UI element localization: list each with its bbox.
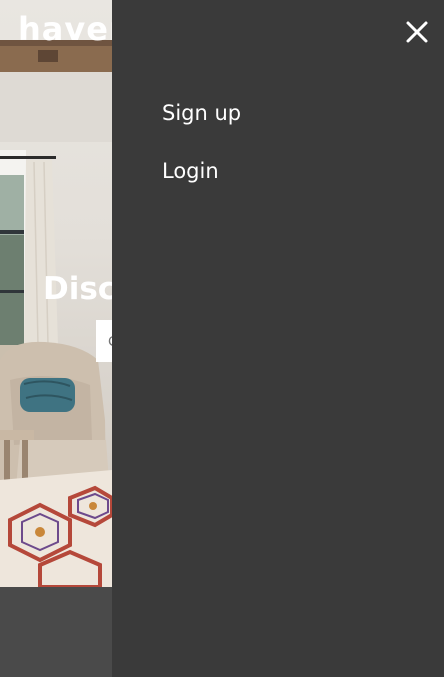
login-link[interactable]: Login <box>162 158 241 185</box>
menu-item-login: Login <box>162 158 241 185</box>
page: haven Discover homes you'll love Sign up… <box>0 0 444 677</box>
menu-list: Sign up Login <box>162 100 241 216</box>
close-menu-button[interactable] <box>404 19 430 45</box>
close-icon <box>406 21 428 43</box>
sign-up-link[interactable]: Sign up <box>162 100 241 127</box>
side-menu-panel: Sign up Login <box>112 0 444 677</box>
menu-item-sign-up: Sign up <box>162 100 241 127</box>
